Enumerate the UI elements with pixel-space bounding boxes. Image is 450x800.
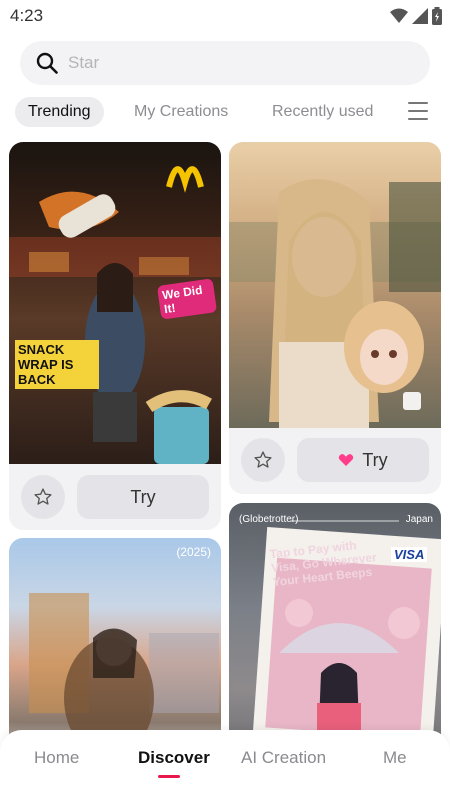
battery-icon (432, 7, 442, 25)
favorite-button[interactable] (241, 438, 285, 482)
try-label: Try (362, 449, 388, 470)
favorite-button[interactable] (21, 475, 65, 519)
search-icon (36, 52, 58, 74)
star-icon (254, 451, 272, 468)
overlay-text: SNACK WRAP IS BACK (15, 340, 99, 389)
overlay-text: Japan (405, 514, 433, 525)
premium-heart-icon (339, 454, 354, 466)
nav-home[interactable]: Home (34, 748, 79, 768)
nav-ai-creation[interactable]: AI Creation (241, 748, 326, 768)
template-image[interactable] (229, 142, 441, 428)
menu-icon[interactable] (408, 102, 428, 120)
try-button[interactable]: Try (77, 475, 209, 519)
template-image[interactable]: SNACK WRAP IS BACK We Did It! (9, 142, 221, 464)
template-artwork (229, 179, 441, 428)
search-bar[interactable] (20, 41, 430, 85)
status-time: 4:23 (10, 6, 44, 25)
status-icons (390, 7, 442, 25)
nav-discover[interactable]: Discover (138, 748, 210, 768)
overlay-text: (2025) (176, 545, 211, 559)
wifi-icon (390, 8, 408, 23)
overlay-text: (Globetrotter) (239, 514, 299, 525)
template-image[interactable]: (Globetrotter) Japan Tap to Pay with Vis… (229, 503, 441, 768)
template-card[interactable]: (Globetrotter) Japan Tap to Pay with Vis… (229, 503, 441, 768)
tab-my-creations[interactable]: My Creations (134, 97, 228, 127)
try-button[interactable]: Try (297, 438, 429, 482)
template-card[interactable]: Try (229, 142, 441, 494)
category-tabs: Trending My Creations Recently used (15, 97, 440, 127)
star-icon (34, 488, 52, 505)
template-card[interactable]: SNACK WRAP IS BACK We Did It! Try (9, 142, 221, 530)
card-actions: Try (9, 464, 221, 530)
card-actions: Try (229, 428, 441, 494)
status-bar: 4:23 (0, 0, 450, 32)
nav-me[interactable]: Me (383, 748, 407, 768)
bottom-navigation: Home Discover AI Creation Me (0, 730, 450, 800)
tab-recently-used[interactable]: Recently used (272, 97, 373, 127)
tab-trending[interactable]: Trending (15, 97, 104, 127)
search-input[interactable] (68, 41, 408, 85)
try-label: Try (130, 486, 156, 507)
overlay-text: VISA (391, 547, 428, 562)
nav-active-indicator (158, 775, 180, 778)
signal-icon (412, 8, 428, 24)
